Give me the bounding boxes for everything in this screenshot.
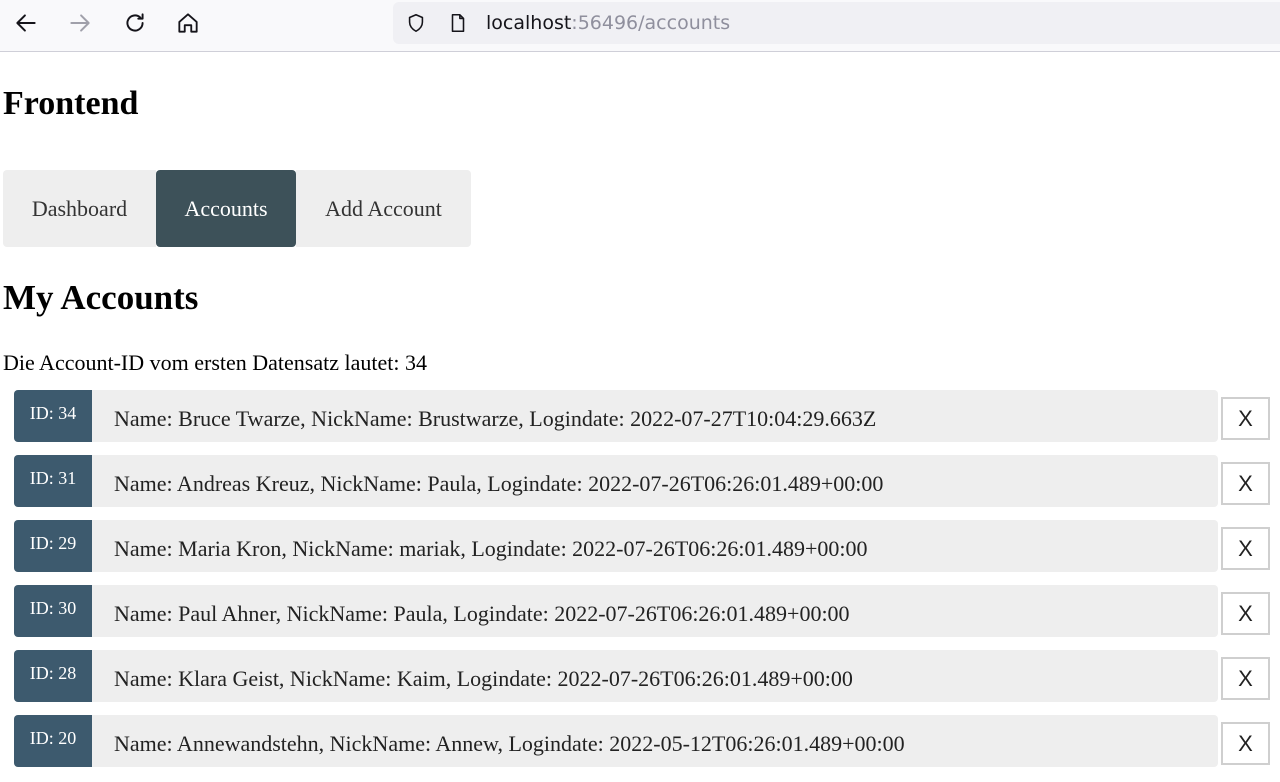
shield-icon[interactable]	[405, 12, 427, 34]
account-list: ID: 34 Name: Bruce Twarze, NickName: Bru…	[14, 390, 1280, 780]
url-host: localhost	[486, 12, 572, 34]
account-row: ID: 30 Name: Paul Ahner, NickName: Paula…	[14, 585, 1280, 650]
account-id-badge: ID: 28	[14, 650, 92, 702]
account-id: ID: 28	[29, 663, 77, 683]
account-id-badge: ID: 29	[14, 520, 92, 572]
account-details: Name: Andreas Kreuz, NickName: Paula, Lo…	[114, 471, 884, 496]
tab-accounts[interactable]: Accounts	[156, 170, 296, 247]
account-item[interactable]: ID: 28 Name: Klara Geist, NickName: Kaim…	[14, 650, 1218, 702]
account-details: Name: Annewandstehn, NickName: Annew, Lo…	[114, 731, 905, 756]
account-id: ID: 30	[29, 598, 77, 618]
account-item[interactable]: ID: 29 Name: Maria Kron, NickName: maria…	[14, 520, 1218, 572]
account-item[interactable]: ID: 20 Name: Annewandstehn, NickName: An…	[14, 715, 1218, 767]
tab-add-account[interactable]: Add Account	[296, 170, 471, 247]
account-id-badge: ID: 34	[14, 390, 92, 442]
back-button[interactable]	[6, 6, 46, 40]
account-id: ID: 20	[29, 728, 77, 748]
delete-account-button[interactable]: X	[1221, 657, 1270, 700]
account-details: Name: Bruce Twarze, NickName: Brustwarze…	[114, 406, 877, 431]
page-content: Frontend Dashboard Accounts Add Account …	[0, 52, 1280, 782]
arrow-right-icon	[70, 14, 90, 32]
nav-tabs: Dashboard Accounts Add Account	[3, 170, 471, 247]
arrow-left-icon	[16, 14, 36, 32]
forward-button[interactable]	[60, 6, 100, 40]
reload-button[interactable]	[115, 6, 155, 40]
account-id-badge: ID: 30	[14, 585, 92, 637]
url-path: :56496/accounts	[571, 12, 731, 34]
account-id: ID: 34	[29, 403, 77, 423]
home-button[interactable]	[168, 6, 208, 40]
account-id-badge: ID: 31	[14, 455, 92, 507]
account-details: Name: Klara Geist, NickName: Kaim, Login…	[114, 666, 853, 691]
account-row: ID: 29 Name: Maria Kron, NickName: maria…	[14, 520, 1280, 585]
delete-account-button[interactable]: X	[1221, 462, 1270, 505]
app-title: Frontend	[3, 85, 139, 122]
account-details: Name: Paul Ahner, NickName: Paula, Login…	[114, 601, 850, 626]
account-id: ID: 29	[29, 533, 77, 553]
account-row: ID: 28 Name: Klara Geist, NickName: Kaim…	[14, 650, 1280, 715]
account-row: ID: 34 Name: Bruce Twarze, NickName: Bru…	[14, 390, 1280, 455]
browser-toolbar: localhost:56496/accounts	[0, 0, 1280, 52]
account-row: ID: 20 Name: Annewandstehn, NickName: An…	[14, 715, 1280, 780]
account-id: ID: 31	[29, 468, 77, 488]
account-id-badge: ID: 20	[14, 715, 92, 767]
account-item[interactable]: ID: 30 Name: Paul Ahner, NickName: Paula…	[14, 585, 1218, 637]
account-item[interactable]: ID: 34 Name: Bruce Twarze, NickName: Bru…	[14, 390, 1218, 442]
page-info-icon[interactable]	[447, 12, 469, 34]
tab-dashboard[interactable]: Dashboard	[3, 170, 156, 247]
delete-account-button[interactable]: X	[1221, 527, 1270, 570]
delete-account-button[interactable]: X	[1221, 722, 1270, 765]
url-text[interactable]: localhost:56496/accounts	[486, 12, 730, 34]
first-account-id-text: Die Account-ID vom ersten Datensatz laut…	[3, 350, 427, 375]
account-item[interactable]: ID: 31 Name: Andreas Kreuz, NickName: Pa…	[14, 455, 1218, 507]
delete-account-button[interactable]: X	[1221, 397, 1270, 440]
account-row: ID: 31 Name: Andreas Kreuz, NickName: Pa…	[14, 455, 1280, 520]
reload-icon	[126, 13, 144, 32]
home-icon	[178, 13, 198, 33]
delete-account-button[interactable]: X	[1221, 592, 1270, 635]
page-title: My Accounts	[3, 278, 199, 317]
address-bar[interactable]: localhost:56496/accounts	[393, 2, 1280, 44]
account-details: Name: Maria Kron, NickName: mariak, Logi…	[114, 536, 868, 561]
